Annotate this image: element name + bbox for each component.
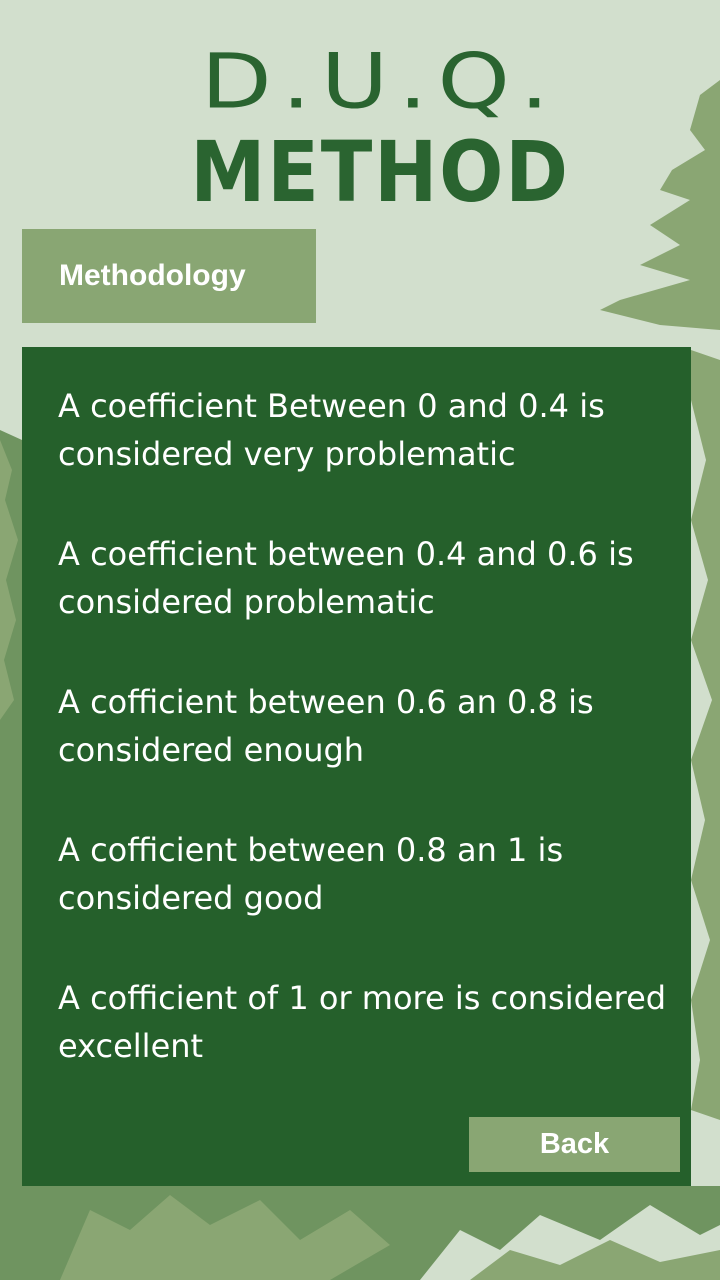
title-line-1: D.U.Q. — [200, 37, 560, 126]
app-title: D.U.Q. METHOD — [0, 36, 720, 214]
coefficient-range-problematic: A coefficient between 0.4 and 0.6 is con… — [58, 535, 634, 621]
coefficient-range-good: A cofficient between 0.8 an 1 is conside… — [58, 831, 564, 917]
coefficient-range-very-problematic: A coefficient Between 0 and 0.4 is consi… — [58, 387, 605, 473]
coefficient-range-excellent: A cofficient of 1 or more is considered … — [58, 979, 667, 1065]
coefficient-range-enough: A cofficient between 0.6 an 0.8 is consi… — [58, 683, 594, 769]
methodology-panel: A coefficient Between 0 and 0.4 is consi… — [22, 347, 691, 1186]
methodology-tab: Methodology — [22, 229, 316, 323]
back-button[interactable]: Back — [469, 1117, 680, 1172]
title-line-2: METHOD — [190, 123, 570, 221]
